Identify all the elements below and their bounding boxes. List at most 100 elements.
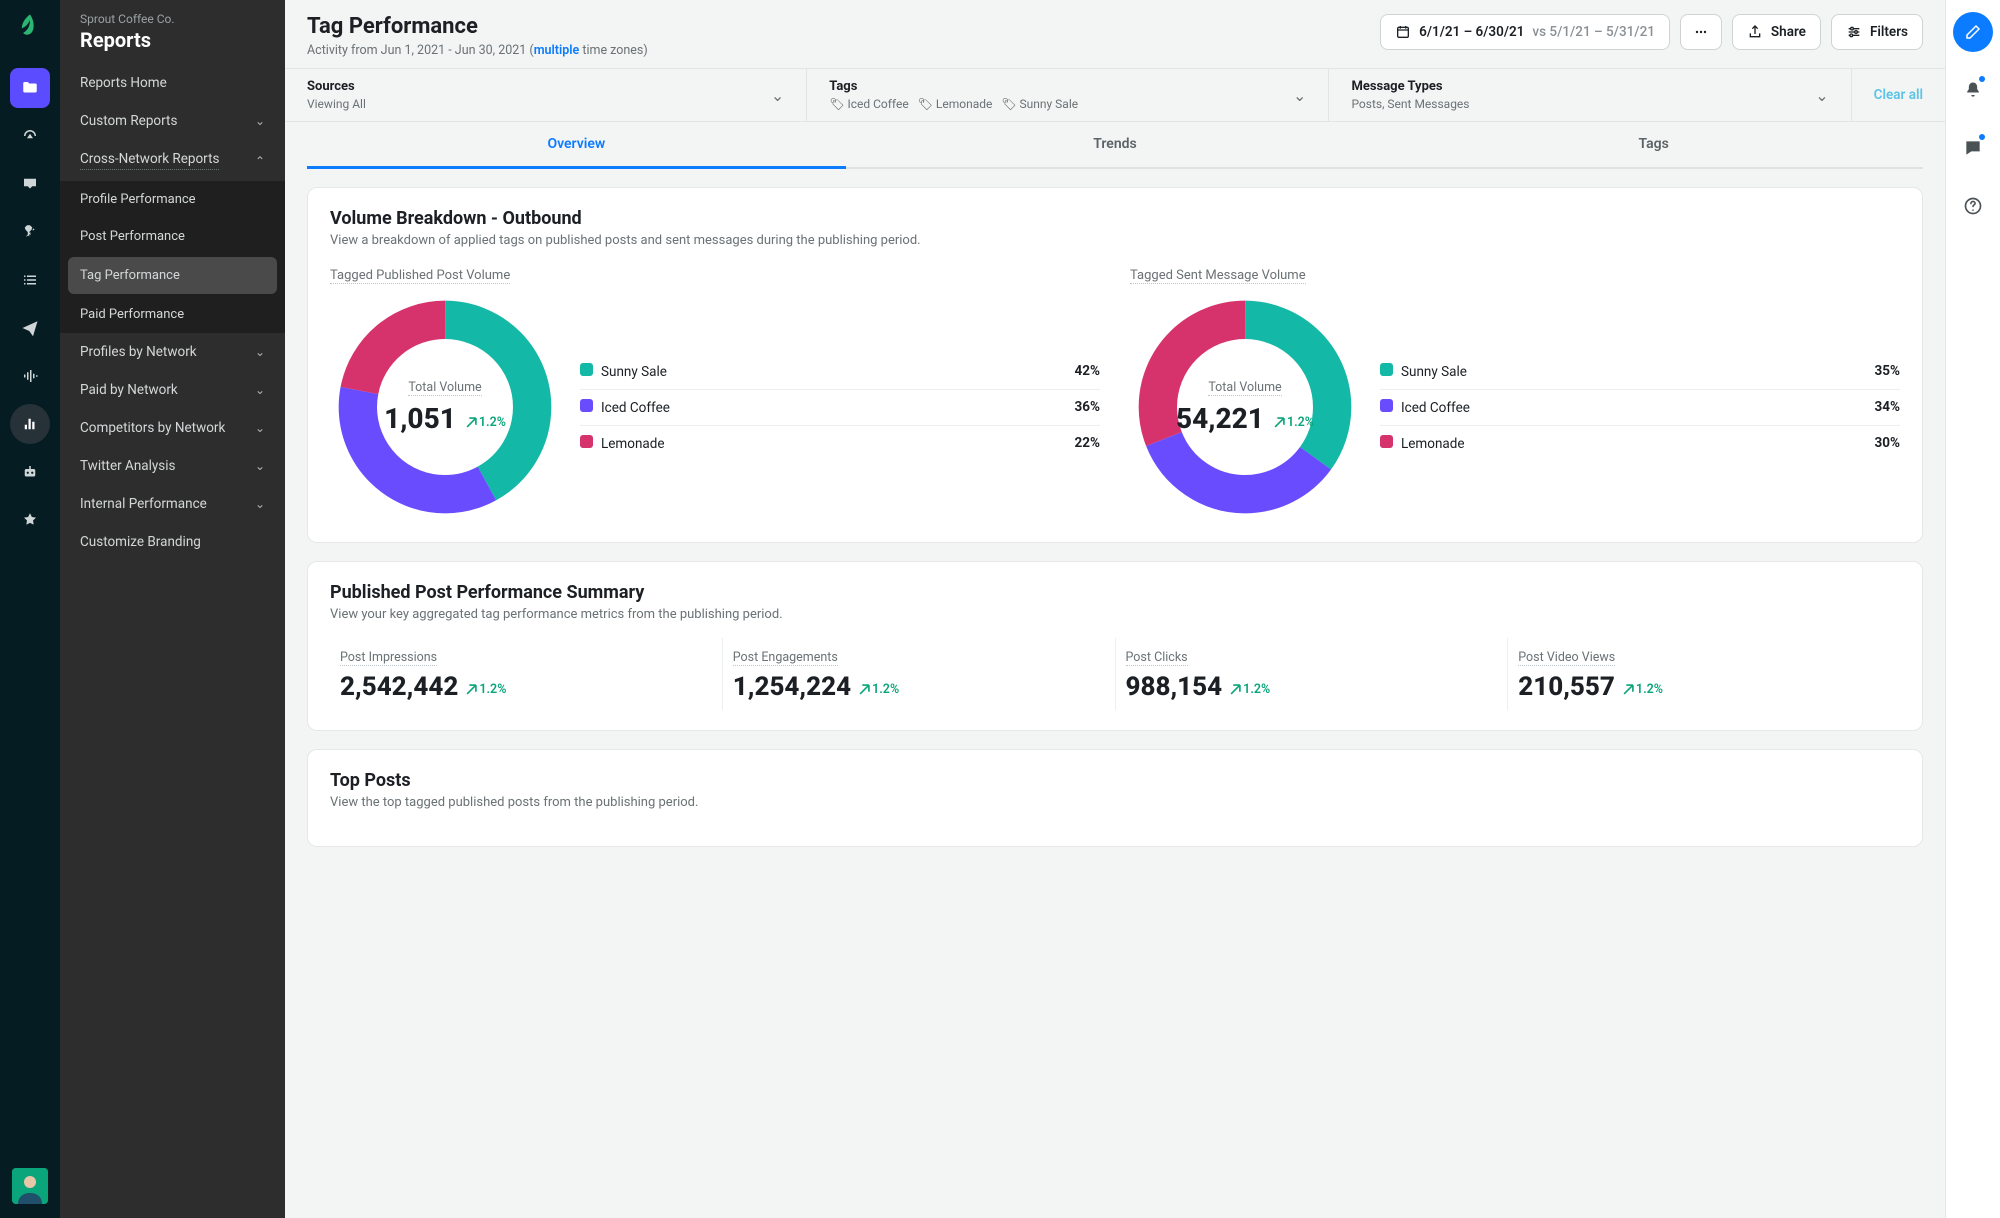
- nav-reports-icon[interactable]: [10, 404, 50, 444]
- sidebar-item-post-performance[interactable]: Post Performance: [60, 218, 285, 255]
- nav-inbox-icon[interactable]: [10, 164, 50, 204]
- sidebar-item-profiles-by-network[interactable]: Profiles by Network⌄: [60, 333, 285, 371]
- date-range-compare: vs 5/1/21 – 5/31/21: [1532, 24, 1655, 40]
- chevron-down-icon: ⌄: [255, 383, 265, 397]
- sidebar-item-label: Reports Home: [80, 75, 167, 91]
- swatch-icon: [1380, 399, 1393, 412]
- report-tabs: Overview Trends Tags: [285, 122, 1945, 169]
- activity-button[interactable]: [1953, 128, 1993, 168]
- nav-send-icon[interactable]: [10, 308, 50, 348]
- filter-label: Sources: [307, 79, 366, 94]
- chevron-up-icon: ⌃: [255, 154, 265, 168]
- compose-button[interactable]: [1953, 12, 1993, 52]
- chevron-down-icon: ⌄: [255, 345, 265, 359]
- date-range-picker[interactable]: 6/1/21 – 6/30/21 vs 5/1/21 – 5/31/21: [1380, 14, 1670, 50]
- swatch-icon: [1380, 435, 1393, 448]
- sidebar-item-competitors-by-network[interactable]: Competitors by Network⌄: [60, 409, 285, 447]
- user-avatar[interactable]: [12, 1168, 48, 1204]
- donut-center-label: Total Volume: [1208, 380, 1281, 396]
- subtitle-text: time zones): [579, 43, 648, 58]
- arrow-up-icon: [466, 417, 477, 428]
- messages-donut-chart: Total Volume 54,221 1.2%: [1130, 292, 1360, 522]
- sidebar-item-paid-by-network[interactable]: Paid by Network⌄: [60, 371, 285, 409]
- swatch-icon: [1380, 363, 1393, 376]
- button-label: Filters: [1870, 24, 1908, 40]
- top-posts-card: Top Posts View the top tagged published …: [307, 749, 1923, 847]
- utility-rail: [1945, 0, 2000, 1218]
- metric-label: Post Clicks: [1126, 650, 1188, 666]
- chevron-down-icon: ⌄: [1815, 86, 1828, 105]
- sidebar-item-label: Paid Performance: [80, 307, 184, 322]
- help-button[interactable]: [1953, 186, 1993, 226]
- legend-pct: 22%: [1075, 435, 1100, 451]
- delta-value: 1.2%: [872, 682, 899, 697]
- filter-message-types[interactable]: Message Types Posts, Sent Messages ⌄: [1329, 69, 1851, 121]
- sidebar-item-customize-branding[interactable]: Customize Branding: [60, 523, 285, 561]
- sidebar-item-profile-performance[interactable]: Profile Performance: [60, 181, 285, 218]
- tab-overview[interactable]: Overview: [307, 122, 846, 169]
- delta-value: 1.2%: [1287, 415, 1314, 430]
- metric-delta: 1.2%: [859, 682, 899, 697]
- sidebar-item-tag-performance[interactable]: Tag Performance: [68, 257, 277, 294]
- filter-sources[interactable]: Sources Viewing All ⌄: [285, 69, 807, 121]
- messages-donut-block: Tagged Sent Message Volume Total Volume: [1130, 264, 1900, 522]
- card-title: Volume Breakdown - Outbound: [330, 208, 1900, 229]
- arrow-up-icon: [859, 684, 870, 695]
- page-title: Tag Performance: [307, 14, 648, 39]
- metric-value: 2,542,442: [340, 672, 458, 702]
- legend-row: Lemonade22%: [580, 426, 1100, 461]
- chevron-down-icon: ⌄: [255, 114, 265, 128]
- tag-name: Lemonade: [936, 97, 992, 111]
- chat-icon: [1963, 138, 1983, 158]
- timezone-link[interactable]: multiple: [534, 43, 580, 58]
- sidebar-item-label: Competitors by Network: [80, 420, 225, 436]
- nav-list-icon[interactable]: [10, 260, 50, 300]
- filter-value: Posts, Sent Messages: [1351, 97, 1469, 111]
- arrow-up-icon: [1274, 417, 1285, 428]
- sidebar-item-label: Custom Reports: [80, 113, 177, 129]
- more-menu-button[interactable]: [1680, 14, 1722, 50]
- filter-tags[interactable]: Tags 🏷Iced Coffee 🏷Lemonade 🏷Sunny Sale …: [807, 69, 1329, 121]
- filter-bar: Sources Viewing All ⌄ Tags 🏷Iced Coffee …: [285, 69, 1945, 122]
- metric-impressions: Post Impressions 2,542,442 1.2%: [330, 638, 723, 710]
- legend-row: Iced Coffee36%: [580, 390, 1100, 426]
- metric-label: Post Impressions: [340, 650, 437, 666]
- nav-folder-icon[interactable]: [10, 68, 50, 108]
- nav-star-icon[interactable]: [10, 500, 50, 540]
- legend-pct: 34%: [1875, 399, 1900, 415]
- metric-delta: 1.2%: [466, 682, 506, 697]
- metric-value: 1,254,224: [733, 672, 851, 702]
- nav-audio-icon[interactable]: [10, 356, 50, 396]
- sidebar-item-reports-home[interactable]: Reports Home: [60, 64, 285, 102]
- sidebar-item-twitter-analysis[interactable]: Twitter Analysis⌄: [60, 447, 285, 485]
- notifications-button[interactable]: [1953, 70, 1993, 110]
- subtitle-text: Activity from Jun 1, 2021 - Jun 30, 2021…: [307, 43, 534, 58]
- delta-value: 1.2%: [1636, 682, 1663, 697]
- sidebar-item-internal-performance[interactable]: Internal Performance⌄: [60, 485, 285, 523]
- share-button[interactable]: Share: [1732, 14, 1821, 50]
- tab-trends[interactable]: Trends: [846, 122, 1385, 169]
- reports-sidebar: Sprout Coffee Co. Reports Reports Home C…: [60, 0, 285, 1218]
- sidebar-item-cross-network[interactable]: Cross-Network Reports⌃: [60, 140, 285, 181]
- legend-label: Sunny Sale: [601, 364, 667, 380]
- clear-all-link[interactable]: Clear all: [1874, 87, 1923, 103]
- swatch-icon: [580, 435, 593, 448]
- nav-gauge-icon[interactable]: [10, 116, 50, 156]
- nav-bot-icon[interactable]: [10, 452, 50, 492]
- posts-donut-block: Tagged Published Post Volume Total Volum…: [330, 264, 1100, 522]
- donut-center-value: 1,051: [384, 402, 456, 435]
- sidebar-item-paid-performance[interactable]: Paid Performance: [60, 296, 285, 333]
- nav-pin-icon[interactable]: [10, 212, 50, 252]
- metric-clicks: Post Clicks 988,1541.2%: [1116, 638, 1509, 710]
- sidebar-item-custom-reports[interactable]: Custom Reports ⌄: [60, 102, 285, 140]
- legend-row: Iced Coffee34%: [1380, 390, 1900, 426]
- filters-button[interactable]: Filters: [1831, 14, 1923, 50]
- tag-icon: 🏷: [829, 97, 844, 111]
- tab-tags[interactable]: Tags: [1384, 122, 1923, 169]
- content-scroll[interactable]: Volume Breakdown - Outbound View a break…: [285, 169, 1945, 1218]
- date-range-main: 6/1/21 – 6/30/21: [1419, 24, 1524, 40]
- legend-row: Sunny Sale42%: [580, 354, 1100, 390]
- section-title: Reports: [80, 28, 265, 52]
- chevron-down-icon: ⌄: [771, 86, 784, 105]
- chart-title: Tagged Published Post Volume: [330, 268, 510, 284]
